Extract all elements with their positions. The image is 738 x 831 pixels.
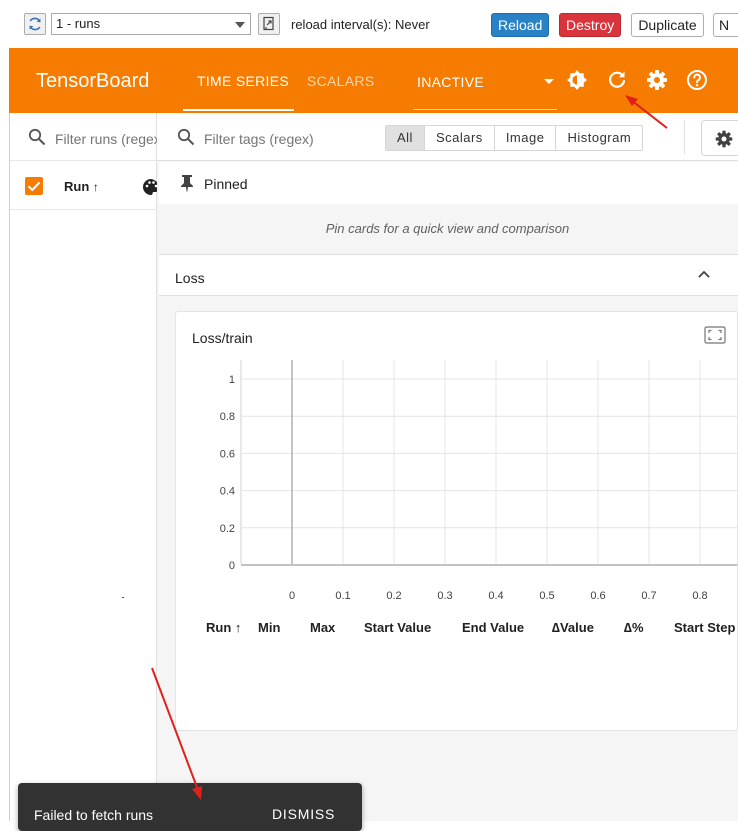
table-header-cell: ∆%: [624, 620, 644, 635]
table-header-cell[interactable]: Run ↑: [206, 620, 241, 635]
check-icon: [27, 181, 41, 192]
table-header-cell: Start Step: [674, 620, 736, 635]
tags-filter-bar: Filter tags (regex) All Scalars Image Hi…: [157, 113, 738, 161]
y-tick-label: 0.6: [220, 448, 235, 460]
brand-title: TensorBoard: [36, 70, 150, 92]
line-chart[interactable]: 0 0.2 0.4 0.6 0.8 1 0 0.1 0.2 0.3 0.4 0.5 0.6 0.7 0.8: [176, 352, 738, 612]
select-all-checkbox[interactable]: [25, 177, 43, 195]
fullscreen-icon[interactable]: [704, 326, 726, 344]
x-tick-label: 0.6: [590, 590, 605, 602]
filter-runs-placeholder: Filter runs (regex): [55, 131, 158, 147]
x-tick-label: 0.2: [386, 590, 401, 602]
run-select-value: 1 - runs: [56, 16, 101, 31]
loss-group-header[interactable]: Loss: [159, 254, 738, 296]
runs-table-header: Run ↑: [10, 162, 158, 210]
theme-icon[interactable]: [565, 68, 589, 92]
scalar-card: Loss/train 0 0.2 0.4 0.6 0.8 1 0 0.1 0.2 0.3 0.4 0.…: [175, 311, 738, 731]
x-tick-label: 0.8: [692, 590, 707, 602]
type-filter-group: All Scalars Image Histogram: [385, 125, 644, 151]
y-tick-label: 0.2: [220, 523, 235, 535]
x-tick-label: 0.4: [488, 590, 503, 602]
card-title: Loss/train: [192, 330, 253, 346]
pinned-empty-hint: Pin cards for a quick view and compariso…: [325, 221, 570, 236]
card-settings-button[interactable]: [701, 120, 738, 156]
chevron-up-icon[interactable]: [697, 269, 711, 279]
palette-icon[interactable]: [141, 177, 158, 197]
filter-histogram-button[interactable]: Histogram: [556, 126, 642, 150]
sort-arrow-icon: ↑: [92, 180, 99, 194]
filter-tags-input[interactable]: Filter tags (regex): [204, 131, 314, 147]
error-snackbar: Failed to fetch runs DISMISS: [18, 783, 362, 831]
duplicate-button[interactable]: Duplicate: [631, 13, 704, 37]
search-icon: [28, 128, 46, 146]
help-icon[interactable]: [685, 68, 709, 92]
y-tick-label: 1: [229, 374, 235, 386]
pinned-label: Pinned: [204, 176, 248, 192]
run-column-header[interactable]: Run ↑: [64, 179, 99, 194]
table-header-cell: Start Value: [364, 620, 432, 635]
reload-interval-label: reload interval(s): Never: [291, 17, 430, 32]
group-label: Loss: [175, 270, 205, 286]
chevron-down-icon: [235, 22, 245, 28]
refresh-icon[interactable]: [605, 68, 629, 92]
dismiss-button[interactable]: DISMISS: [272, 806, 335, 822]
run-column-label: Run: [64, 179, 90, 194]
active-tab-indicator: [183, 109, 294, 111]
x-tick-label: 0.5: [539, 590, 554, 602]
y-tick-label: 0: [229, 560, 235, 572]
table-header-cell: Min: [258, 620, 281, 635]
pin-icon: [181, 175, 193, 192]
filter-runs-input[interactable]: Filter runs (regex): [10, 113, 158, 161]
app-header: TensorBoard TIME SERIES SCALARS INACTIVE: [9, 48, 738, 113]
main-content: Filter tags (regex) All Scalars Image Hi…: [157, 113, 738, 821]
open-button[interactable]: [258, 13, 280, 35]
table-header-cell: Max: [310, 620, 336, 635]
runs-panel: Filter runs (regex) Run ↑: [9, 113, 158, 821]
pinned-section-header: Pinned: [159, 162, 738, 204]
inactive-dropdown-label: INACTIVE: [417, 74, 484, 90]
sync-button[interactable]: [24, 13, 46, 35]
x-tick-label: 0: [289, 590, 295, 602]
sync-icon: [29, 17, 41, 31]
table-header-cell: ∆Value: [552, 620, 594, 635]
next-button[interactable]: N: [713, 13, 738, 37]
y-tick-label: 0.4: [220, 486, 235, 498]
tab-scalars[interactable]: SCALARS: [307, 73, 374, 89]
search-icon: [177, 128, 195, 146]
export-icon: [263, 16, 274, 31]
y-tick-label: 0.8: [220, 411, 235, 423]
settings-icon[interactable]: [645, 68, 669, 92]
run-select[interactable]: 1 - runs: [51, 13, 251, 35]
settings-icon: [715, 130, 733, 148]
filter-all-button[interactable]: All: [386, 126, 425, 150]
filter-image-button[interactable]: Image: [495, 126, 557, 150]
stray-dot: [122, 597, 124, 598]
toolbar-divider: [684, 120, 685, 154]
tab-time-series[interactable]: TIME SERIES: [197, 73, 289, 89]
x-tick-label: 0.3: [437, 590, 452, 602]
widget-toolbar: 1 - runs reload interval(s): Never Reloa…: [0, 0, 738, 48]
x-tick-label: 0.1: [335, 590, 350, 602]
dropdown-caret-icon: [544, 79, 554, 84]
destroy-button[interactable]: Destroy: [559, 13, 621, 37]
inactive-dropdown[interactable]: INACTIVE: [413, 72, 557, 110]
filter-scalars-button[interactable]: Scalars: [425, 126, 495, 150]
reload-button[interactable]: Reload: [491, 13, 549, 37]
x-tick-label: 0.7: [641, 590, 656, 602]
table-header-cell: End Value: [462, 620, 525, 635]
